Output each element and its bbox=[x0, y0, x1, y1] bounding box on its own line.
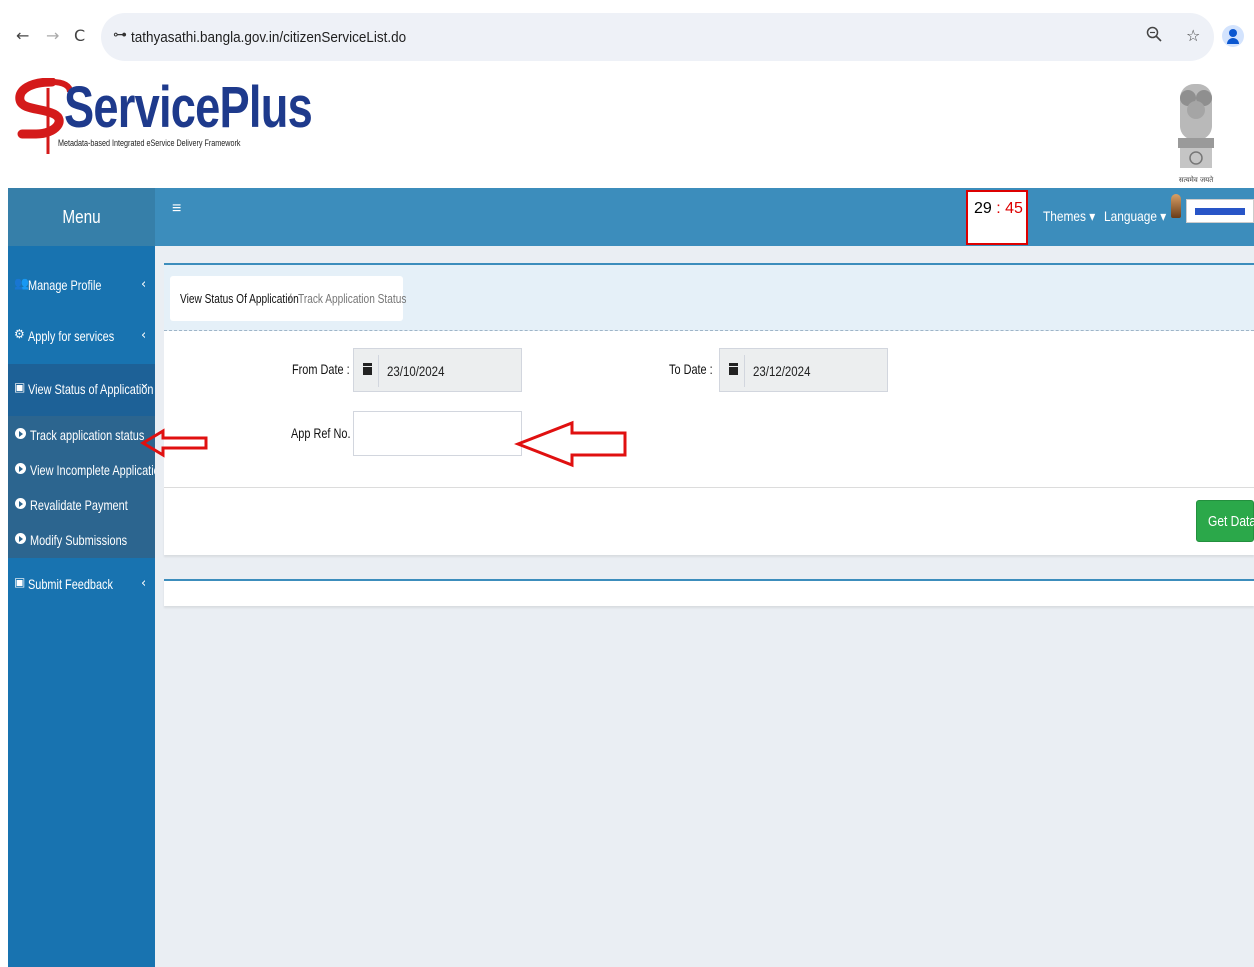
app-ref-input[interactable] bbox=[353, 411, 522, 456]
arrow-circle-icon bbox=[15, 533, 26, 544]
url-text[interactable]: tathyasathi.bangla.gov.in/citizenService… bbox=[131, 29, 406, 46]
arrow-circle-icon bbox=[15, 463, 26, 474]
sidebar-item-label: Submit Feedback bbox=[28, 576, 113, 592]
site-info-icon[interactable]: ⊶ bbox=[113, 27, 127, 43]
list-icon: ▣ bbox=[14, 575, 26, 589]
sidebar-item-label: Apply for services bbox=[28, 328, 115, 344]
sidebar-item-label: View Status of Application bbox=[28, 381, 154, 397]
list-icon: ▣ bbox=[14, 380, 26, 394]
to-date-field[interactable]: 23/12/2024 bbox=[719, 348, 888, 392]
sidebar-subitem-track-status[interactable]: Track application status bbox=[8, 418, 155, 453]
arrow-circle-icon bbox=[15, 498, 26, 509]
bookmark-star-icon[interactable]: ☆ bbox=[1186, 26, 1200, 45]
browser-profile-icon[interactable] bbox=[1222, 25, 1244, 47]
app-ref-label: App Ref No. bbox=[291, 425, 351, 441]
menu-title-text: Menu bbox=[62, 207, 101, 227]
calendar-icon bbox=[729, 363, 738, 375]
themes-dropdown[interactable]: Themes ▾ bbox=[1043, 208, 1095, 225]
brand-tagline: Metadata-based Integrated eService Deliv… bbox=[58, 138, 241, 148]
search-form bbox=[164, 331, 1254, 487]
annotation-arrow-left-icon bbox=[140, 428, 208, 458]
sidebar-subitem-revalidate[interactable]: Revalidate Payment bbox=[8, 488, 155, 523]
emblem-caption: सत्यमेव जयते bbox=[1179, 175, 1214, 184]
breadcrumb-current[interactable]: View Status Of Application bbox=[180, 291, 299, 306]
sidebar-item-label: Manage Profile bbox=[28, 277, 102, 293]
forward-icon[interactable]: → bbox=[46, 26, 59, 45]
from-date-value: 23/10/2024 bbox=[387, 363, 445, 379]
breadcrumb-separator: / bbox=[288, 291, 292, 306]
brand-name: ServicePlus bbox=[64, 75, 313, 140]
chevron-down-icon: ⌄ bbox=[139, 376, 150, 391]
annotation-arrow-left-icon bbox=[514, 420, 627, 468]
sidebar-subitem-label: Revalidate Payment bbox=[30, 497, 128, 513]
back-icon[interactable]: ← bbox=[16, 26, 29, 45]
from-date-label: From Date : bbox=[292, 361, 350, 377]
sidebar-subitem-modify[interactable]: Modify Submissions bbox=[8, 523, 155, 558]
arrow-circle-icon bbox=[15, 428, 26, 439]
sidebar-subitem-label: View Incomplete Application bbox=[30, 462, 166, 478]
sidebar-item-view-status[interactable]: ▣ View Status of Application ⌄ bbox=[8, 364, 155, 416]
action-panel bbox=[164, 487, 1254, 555]
sidebar-toggle-icon[interactable]: ≡ bbox=[172, 200, 181, 218]
gears-icon: ⚙ bbox=[14, 327, 25, 341]
get-data-button[interactable]: Get Data bbox=[1196, 500, 1254, 542]
menu-title: Menu bbox=[8, 188, 155, 246]
chevron-left-icon: ‹ bbox=[141, 277, 147, 292]
session-timer: 29 : 45 bbox=[966, 190, 1028, 245]
language-dropdown[interactable]: Language ▾ bbox=[1104, 208, 1166, 225]
sidebar-subitem-incomplete[interactable]: View Incomplete Application bbox=[8, 453, 166, 488]
user-avatar[interactable] bbox=[1171, 194, 1181, 218]
from-date-field[interactable]: 23/10/2024 bbox=[353, 348, 522, 392]
sidebar-item-apply-services[interactable]: ⚙ Apply for services ‹ bbox=[8, 311, 155, 361]
chevron-left-icon: ‹ bbox=[141, 576, 147, 591]
results-panel bbox=[164, 579, 1254, 606]
sidebar-subitem-label: Modify Submissions bbox=[30, 532, 128, 548]
to-date-label: To Date : bbox=[669, 361, 713, 377]
users-icon: 👥 bbox=[14, 276, 29, 290]
timer-minutes: 29 bbox=[974, 200, 992, 217]
get-data-label: Get Data bbox=[1208, 513, 1254, 530]
to-date-value: 23/12/2024 bbox=[753, 363, 811, 379]
calendar-icon bbox=[363, 363, 372, 375]
user-name-redacted[interactable] bbox=[1186, 199, 1254, 223]
national-emblem-icon: सत्यमेव जयते bbox=[1178, 84, 1214, 184]
sidebar-subitem-label: Track application status bbox=[30, 427, 145, 443]
sidebar-item-manage-profile[interactable]: 👥 Manage Profile ‹ bbox=[8, 260, 155, 310]
sidebar-item-feedback[interactable]: ▣ Submit Feedback ‹ bbox=[8, 559, 155, 609]
zoom-icon[interactable] bbox=[1146, 26, 1162, 46]
timer-separator: : bbox=[991, 200, 1006, 217]
chevron-left-icon: ‹ bbox=[141, 328, 147, 343]
timer-seconds: 45 bbox=[1005, 200, 1023, 217]
breadcrumb-page: Track Application Status bbox=[298, 291, 407, 306]
reload-icon[interactable]: C bbox=[74, 26, 85, 45]
